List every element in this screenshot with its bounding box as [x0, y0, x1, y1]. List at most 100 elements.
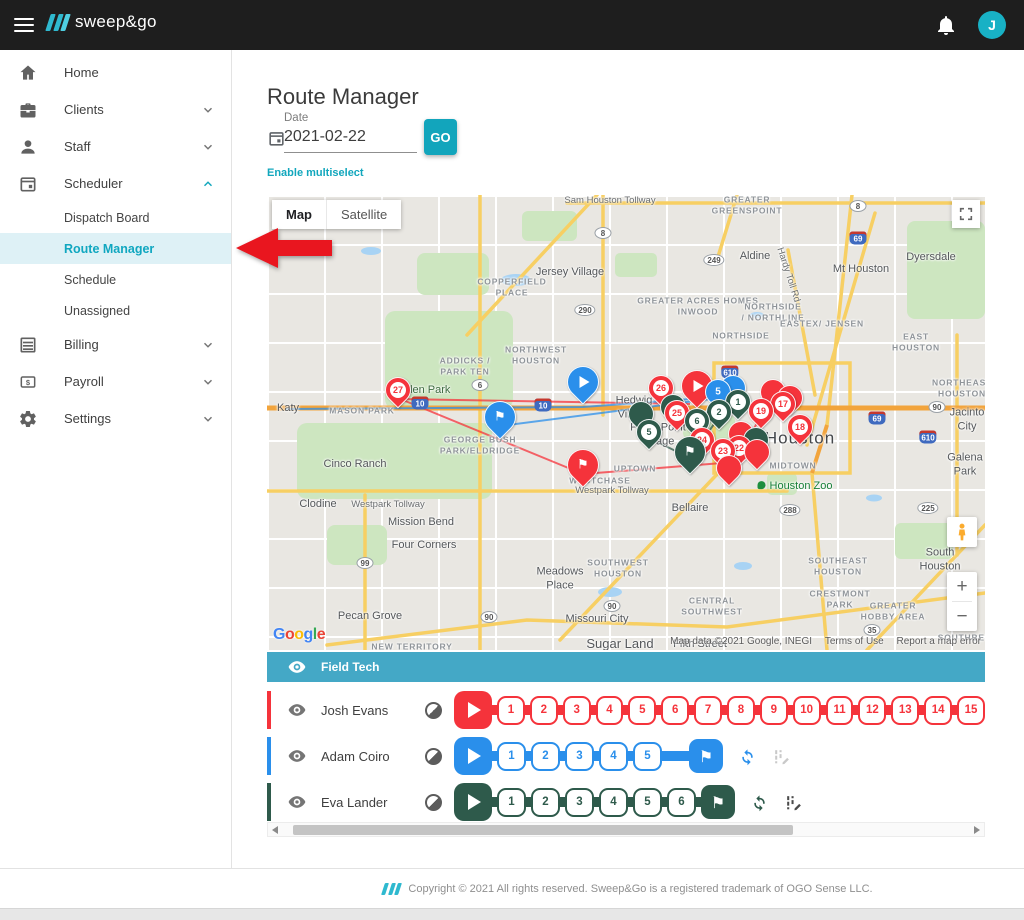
- chevron-up-icon: [201, 177, 215, 191]
- stop-pin[interactable]: 27: [380, 372, 417, 409]
- contrast-half-circle-icon[interactable]: [425, 794, 442, 811]
- report-map-error-link[interactable]: Report a map error: [897, 636, 981, 647]
- zoom-out-button[interactable]: −: [947, 602, 977, 631]
- contrast-half-circle-icon[interactable]: [425, 748, 442, 765]
- route-start-button[interactable]: [454, 737, 492, 775]
- sidebar-item-clients[interactable]: Clients: [0, 91, 231, 128]
- sidebar-item-schedule[interactable]: Schedule: [0, 264, 231, 295]
- route-stop-15[interactable]: 15: [957, 696, 985, 725]
- field-tech-header: Field Tech: [267, 652, 985, 682]
- scroll-right-arrow[interactable]: [974, 826, 980, 834]
- route-stop-2[interactable]: 2: [531, 788, 560, 817]
- hamburger-menu-icon[interactable]: [14, 14, 36, 36]
- route-stop-1[interactable]: 1: [497, 696, 525, 725]
- route-start-button[interactable]: [454, 783, 492, 821]
- edit-route-icon[interactable]: [784, 793, 803, 812]
- sidebar-item-dispatch-board[interactable]: Dispatch Board: [0, 202, 231, 233]
- sync-route-icon[interactable]: [750, 793, 769, 812]
- route-stop-11[interactable]: 11: [826, 696, 854, 725]
- route-stop-chain: 12345 ⚑: [454, 733, 985, 779]
- sidebar-item-scheduler[interactable]: Scheduler: [0, 165, 231, 202]
- date-input[interactable]: [284, 128, 417, 153]
- route-stop-4[interactable]: 4: [599, 742, 628, 771]
- sidebar-item-unassigned[interactable]: Unassigned: [0, 295, 231, 326]
- route-start-button[interactable]: [454, 691, 492, 729]
- horizontal-scrollbar[interactable]: [267, 822, 985, 837]
- route-stop-5[interactable]: 5: [633, 742, 662, 771]
- route-row: Eva Lander123456⚑: [267, 779, 985, 825]
- sidebar-item-staff[interactable]: Staff: [0, 128, 231, 165]
- terms-of-use-link[interactable]: Terms of Use: [825, 636, 884, 647]
- route-finish-flag-button[interactable]: ⚑: [701, 785, 735, 819]
- page-title: Route Manager: [267, 84, 419, 110]
- eye-toggle-icon[interactable]: [287, 792, 307, 812]
- finish-flag-pin[interactable]: ⚑: [560, 442, 605, 487]
- route-stop-2[interactable]: 2: [530, 696, 558, 725]
- sidebar-item-settings[interactable]: Settings: [0, 400, 231, 437]
- edit-route-icon: [772, 747, 791, 766]
- route-stop-13[interactable]: 13: [891, 696, 919, 725]
- brand-logo[interactable]: sweep&go: [48, 12, 157, 32]
- eye-icon[interactable]: [287, 657, 307, 677]
- map-view-button[interactable]: Map: [272, 200, 326, 229]
- route-stop-chain: 123456⚑: [454, 779, 985, 825]
- briefcase-icon: [18, 100, 38, 120]
- gear-icon: [18, 409, 38, 429]
- google-logo[interactable]: Google: [273, 626, 325, 644]
- route-stop-3[interactable]: 3: [563, 696, 591, 725]
- route-stop-4[interactable]: 4: [596, 696, 624, 725]
- route-stop-3[interactable]: 3: [565, 742, 594, 771]
- satellite-view-button[interactable]: Satellite: [326, 200, 401, 229]
- route-stop-6[interactable]: 6: [661, 696, 689, 725]
- route-stop-5[interactable]: 5: [628, 696, 656, 725]
- route-stop-8[interactable]: 8: [727, 696, 755, 725]
- sidebar-item-billing[interactable]: Billing: [0, 326, 231, 363]
- map-canvas[interactable]: Sam Houston TollwayGREATER GREENSPOINTJe…: [267, 195, 985, 650]
- topbar: sweep&go J: [0, 0, 1024, 50]
- route-stop-14[interactable]: 14: [924, 696, 952, 725]
- map-attribution: Map data ©2021 Google, INEGI Terms of Us…: [660, 636, 981, 647]
- route-stop-3[interactable]: 3: [565, 788, 594, 817]
- sidebar-item-home[interactable]: Home: [0, 54, 231, 91]
- contrast-half-circle-icon[interactable]: [425, 702, 442, 719]
- scroll-left-arrow[interactable]: [272, 826, 278, 834]
- eye-toggle-icon[interactable]: [287, 746, 307, 766]
- chevron-down-icon: [201, 375, 215, 389]
- dollar-icon: $: [18, 372, 38, 392]
- route-stop-6[interactable]: 6: [667, 788, 696, 817]
- route-stop-10[interactable]: 10: [793, 696, 821, 725]
- route-stop-chain: 123456789101112131415: [454, 687, 985, 733]
- sidebar-item-route-manager[interactable]: Route Manager: [0, 233, 231, 264]
- notifications-bell-icon[interactable]: [934, 13, 958, 37]
- field-tech-label: Field Tech: [321, 660, 379, 674]
- enable-multiselect-link[interactable]: Enable multiselect: [267, 167, 364, 179]
- eye-toggle-icon[interactable]: [287, 700, 307, 720]
- pegman-street-view[interactable]: [947, 517, 977, 547]
- footer-copyright: Copyright © 2021 All rights reserved. Sw…: [408, 883, 872, 895]
- route-stop-12[interactable]: 12: [858, 696, 886, 725]
- sync-route-icon[interactable]: [738, 747, 757, 766]
- zoom-in-button[interactable]: +: [947, 572, 977, 601]
- route-stop-2[interactable]: 2: [531, 742, 560, 771]
- route-stop-1[interactable]: 1: [497, 742, 526, 771]
- route-stop-1[interactable]: 1: [497, 788, 526, 817]
- route-stop-7[interactable]: 7: [694, 696, 722, 725]
- go-button[interactable]: GO: [424, 119, 457, 155]
- chevron-down-icon: [201, 140, 215, 154]
- route-finish-flag-button[interactable]: ⚑: [689, 739, 723, 773]
- route-row: Adam Coiro12345⚑: [267, 733, 985, 779]
- map-type-control: Map Satellite: [272, 200, 401, 229]
- scrollbar-thumb[interactable]: [293, 825, 793, 835]
- user-avatar[interactable]: J: [978, 11, 1006, 39]
- route-stop-5[interactable]: 5: [633, 788, 662, 817]
- logo-mark-icon: [48, 14, 68, 31]
- map-markers-layer: 2627511719225⚑6185242223⚑⚑: [267, 195, 985, 650]
- fullscreen-button[interactable]: [952, 200, 980, 228]
- route-stop-4[interactable]: 4: [599, 788, 628, 817]
- attribution-text: Map data ©2021 Google, INEGI: [670, 636, 812, 647]
- start-pin[interactable]: [560, 359, 605, 404]
- brand-name: sweep&go: [75, 12, 157, 32]
- route-stop-9[interactable]: 9: [760, 696, 788, 725]
- finish-flag-pin[interactable]: ⚑: [477, 394, 522, 439]
- sidebar-item-payroll[interactable]: $ Payroll: [0, 363, 231, 400]
